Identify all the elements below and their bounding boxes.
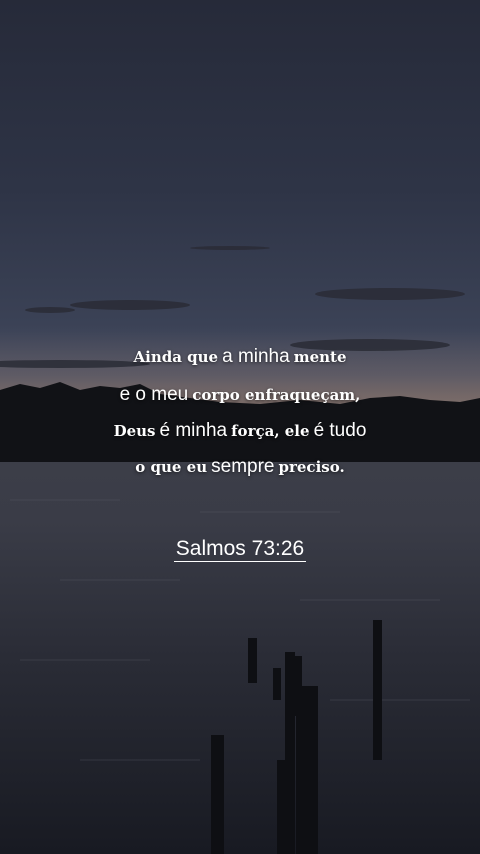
- quote-line-3: Deus é minha força, ele é tudo: [0, 420, 480, 442]
- quote-text: e o meu: [119, 384, 189, 405]
- verse-reference-text: Salmos 73:26: [173, 537, 307, 562]
- wallpaper-scene: Ainda que a minha mente e o meu corpo en…: [0, 0, 480, 854]
- quote-line-1: Ainda que a minha mente: [0, 346, 480, 368]
- lake-water: [0, 462, 480, 854]
- quote-line-4: o que eu sempre preciso.: [0, 456, 480, 478]
- quote-text: é minha: [159, 420, 228, 441]
- quote-text: a minha: [222, 346, 290, 367]
- quote-text: Ainda que: [133, 348, 219, 366]
- quote-text: corpo enfraqueçam,: [192, 386, 361, 404]
- quote-text: sempre: [211, 456, 275, 477]
- quote-text: é tudo: [313, 420, 367, 441]
- quote-text: mente: [293, 348, 347, 366]
- quote-line-2: e o meu corpo enfraqueçam,: [0, 384, 480, 406]
- quote-text: Deus: [113, 422, 156, 440]
- quote-text: preciso.: [278, 458, 345, 476]
- quote-text: o que eu: [135, 458, 208, 476]
- quote-text: força, ele: [231, 422, 310, 440]
- verse-reference: Salmos 73:26: [0, 537, 480, 562]
